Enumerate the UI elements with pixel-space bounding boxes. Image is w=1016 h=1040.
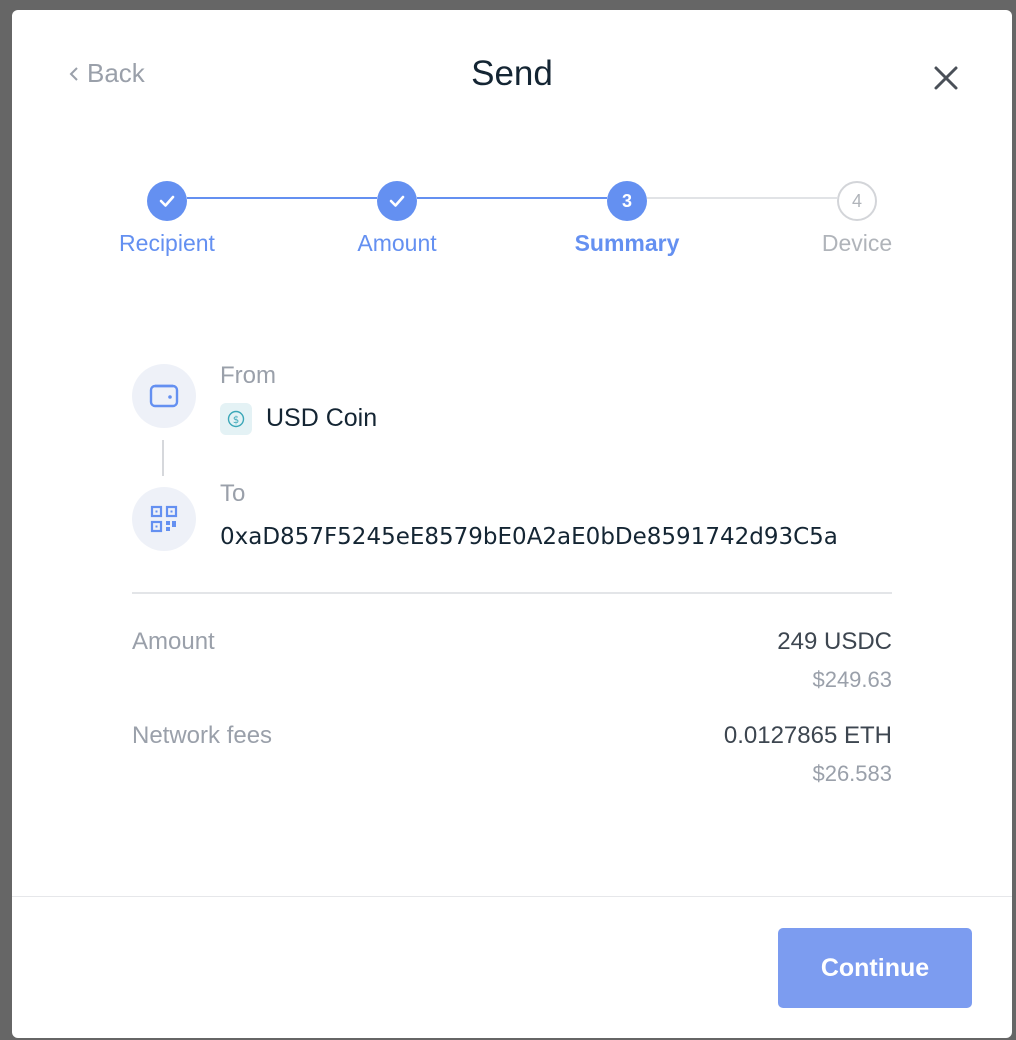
footer-divider <box>12 896 1012 897</box>
step-label-device: Device <box>821 230 893 256</box>
progress-stepper: 3 4 Recipient Amount Summary Device <box>12 10 1012 280</box>
step-connector <box>417 197 607 199</box>
step-label-recipient: Recipient <box>119 230 215 256</box>
from-label: From <box>220 362 276 389</box>
step-label-amount: Amount <box>357 230 437 256</box>
step-4-marker: 4 <box>837 181 877 221</box>
usd-coin-glyph: $ <box>227 410 245 428</box>
to-label: To <box>220 480 246 507</box>
usd-coin-icon: $ <box>220 403 252 435</box>
continue-button[interactable]: Continue <box>778 928 972 1008</box>
amount-fiat-value: $249.63 <box>812 667 892 692</box>
step-3-marker: 3 <box>607 181 647 221</box>
from-to-connector <box>162 440 164 476</box>
step-1-marker <box>147 181 187 221</box>
step-label-summary: Summary <box>574 230 680 256</box>
qr-code-icon <box>150 505 178 533</box>
step-connector <box>647 197 837 199</box>
step-connector <box>187 197 377 199</box>
check-icon <box>389 195 405 207</box>
amount-value: 249 USDC <box>777 628 892 655</box>
network-fees-value: 0.0127865 ETH <box>723 722 892 749</box>
to-icon-container <box>132 487 196 551</box>
from-account-name: USD Coin <box>266 404 378 432</box>
svg-text:$: $ <box>233 415 239 426</box>
send-modal: Back Send 3 4 Recipient Amount Summary D… <box>12 10 1012 1038</box>
step-2-marker <box>377 181 417 221</box>
wallet-icon <box>149 384 179 408</box>
amount-label: Amount <box>132 628 215 655</box>
network-fees-fiat-value: $26.583 <box>812 761 892 786</box>
from-icon-container <box>132 364 196 428</box>
network-fees-label: Network fees <box>132 722 273 749</box>
recipient-address: 0xaD857F5245eE8579bE0A2aE0bDe8591742d93C… <box>220 524 838 550</box>
check-icon <box>159 195 175 207</box>
divider <box>132 592 892 594</box>
